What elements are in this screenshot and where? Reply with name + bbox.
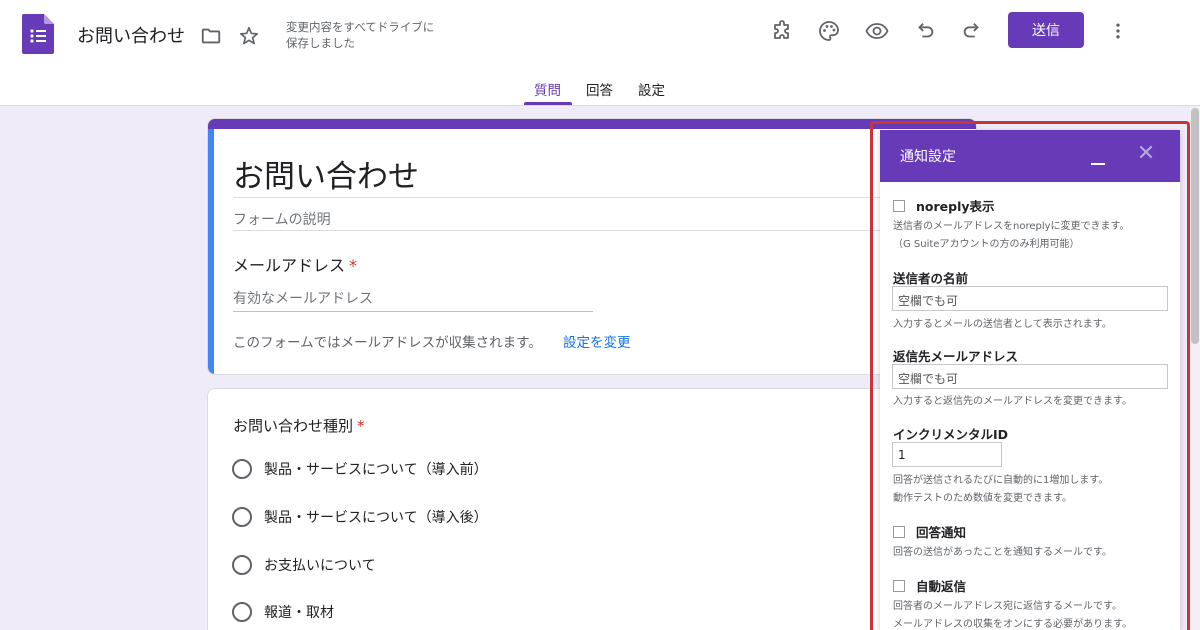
tab-responses[interactable]: 回答 [586, 79, 613, 99]
auto-reply-note: メールアドレスの収集をオンにする必要があります。 [893, 619, 1133, 630]
radio-option[interactable]: 製品・サービスについて（導入後） [232, 506, 488, 528]
notification-settings-panel: 通知設定 ✕ noreply表示 送信者のメールアドレスをnoreplyに変更で… [880, 130, 1180, 630]
save-status: 変更内容をすべてドライブに 保存しました [286, 19, 434, 51]
noreply-note: （G Suiteアカウントの方のみ利用可能） [893, 239, 1080, 250]
form-title[interactable]: お問い合わせ [233, 151, 419, 196]
answer-notify-desc: 回答の送信があったことを通知するメールです。 [893, 547, 1112, 558]
panel-title: 通知設定 [900, 149, 956, 165]
description-underline [233, 230, 953, 231]
incremental-id-label: インクリメンタルID [893, 427, 1009, 442]
puzzle-icon[interactable] [768, 17, 796, 45]
radio-option[interactable]: 製品・サービスについて（導入前） [232, 458, 488, 480]
question-title-text: お問い合わせ種別 [233, 417, 354, 435]
change-settings-link[interactable]: 設定を変更 [563, 331, 631, 351]
minimize-icon[interactable] [1088, 144, 1108, 168]
auto-reply-checkbox[interactable] [893, 579, 905, 592]
forms-logo-icon[interactable] [22, 14, 54, 54]
radio-option[interactable]: 報道・取材 [232, 601, 334, 623]
required-mark: * [349, 256, 358, 275]
radio-button[interactable] [232, 602, 252, 622]
sender-name-input[interactable]: 空欄でも可 [892, 286, 1168, 311]
radio-button[interactable] [232, 555, 252, 575]
answer-notify-checkbox-row[interactable]: 回答通知 [893, 522, 966, 541]
form-description-input[interactable]: フォームの説明 [233, 209, 331, 229]
save-status-line2: 保存しました [286, 36, 355, 50]
save-status-line1: 変更内容をすべてドライブに [286, 20, 435, 34]
tab-bar: 質問 回答 設定 [0, 79, 1200, 106]
scrollbar-thumb[interactable] [1191, 108, 1199, 344]
option-label: 製品・サービスについて（導入前） [264, 462, 488, 478]
incremental-id-note: 動作テストのため数値を変更できます。 [893, 493, 1072, 504]
incremental-id-input[interactable]: 1 [892, 442, 1002, 467]
palette-icon[interactable] [815, 17, 843, 45]
reply-to-label: 返信先メールアドレス [893, 349, 1019, 364]
sender-name-desc: 入力するとメールの送信者として表示されます。 [893, 319, 1112, 330]
active-tab-indicator [524, 102, 572, 105]
option-label: 報道・取材 [264, 605, 334, 621]
app-header: お問い合わせ 変更内容をすべてドライブに 保存しました 送信 質問 回答 設定 [0, 0, 1200, 106]
incremental-id-desc: 回答が送信されるたびに自動的に1増加します。 [893, 475, 1109, 486]
question-title: お問い合わせ種別 * [233, 415, 365, 436]
title-underline [233, 197, 953, 198]
folder-icon[interactable] [198, 23, 224, 49]
undo-icon[interactable] [911, 17, 939, 45]
radio-button[interactable] [232, 459, 252, 479]
eye-icon[interactable] [863, 17, 891, 45]
noreply-checkbox-row[interactable]: noreply表示 [893, 196, 995, 215]
sender-name-label: 送信者の名前 [893, 271, 969, 286]
noreply-checkbox[interactable] [893, 199, 905, 212]
radio-button[interactable] [232, 507, 252, 527]
email-label-text: メールアドレス [233, 256, 346, 275]
noreply-desc: 送信者のメールアドレスをnoreplyに変更できます。 [893, 221, 1130, 232]
panel-header: 通知設定 ✕ [880, 130, 1180, 182]
more-vert-icon[interactable] [1104, 17, 1132, 45]
radio-option[interactable]: お支払いについて [232, 554, 376, 576]
auto-reply-checkbox-row[interactable]: 自動返信 [893, 576, 966, 595]
close-icon[interactable]: ✕ [1136, 143, 1156, 165]
required-mark: * [357, 417, 365, 435]
option-label: お支払いについて [264, 558, 376, 574]
email-collect-note: このフォームではメールアドレスが収集されます。 [233, 335, 542, 351]
tab-settings[interactable]: 設定 [638, 79, 665, 99]
noreply-label: noreply表示 [916, 199, 995, 214]
tab-questions[interactable]: 質問 [534, 79, 561, 99]
auto-reply-desc: 回答者のメールアドレス宛に返信するメールです。 [893, 601, 1122, 612]
form-title-card[interactable]: お問い合わせ フォームの説明 メールアドレス * 有効なメールアドレス このフォー… [207, 118, 977, 375]
answer-notify-checkbox[interactable] [893, 525, 905, 538]
document-title[interactable]: お問い合わせ [77, 22, 185, 48]
send-button[interactable]: 送信 [1008, 12, 1084, 48]
star-icon[interactable] [236, 23, 262, 49]
email-question-label: メールアドレス * [233, 252, 357, 276]
option-label: 製品・サービスについて（導入後） [264, 510, 488, 526]
auto-reply-label: 自動返信 [916, 579, 967, 594]
question-card[interactable]: お問い合わせ種別 * 製品・サービスについて（導入前） 製品・サービスについて（導… [207, 388, 977, 630]
email-underline [233, 311, 593, 312]
reply-to-desc: 入力すると返信先のメールアドレスを変更できます。 [893, 396, 1132, 407]
email-placeholder: 有効なメールアドレス [233, 291, 373, 307]
card-focus-bar [208, 129, 214, 374]
redo-icon[interactable] [958, 17, 986, 45]
card-accent-bar [208, 119, 976, 129]
answer-notify-label: 回答通知 [916, 525, 967, 540]
reply-to-input[interactable]: 空欄でも可 [892, 364, 1168, 389]
